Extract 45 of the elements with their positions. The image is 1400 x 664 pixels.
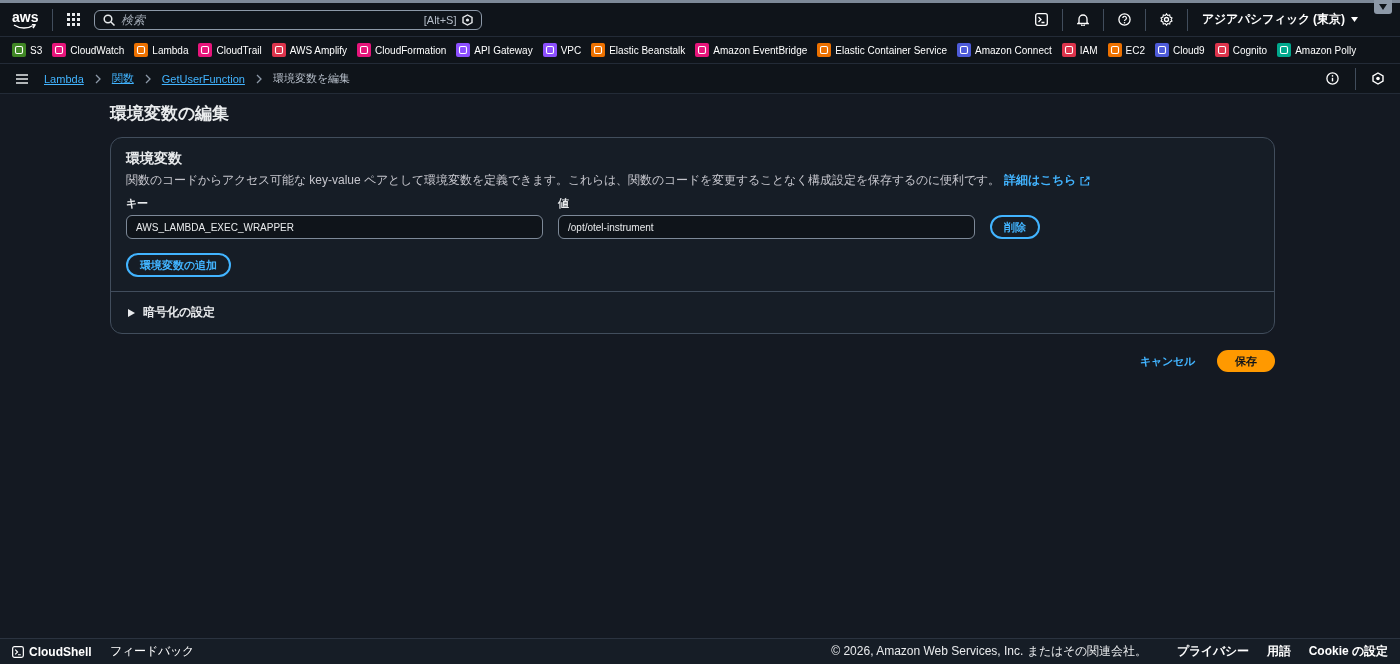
key-field[interactable]: AWS_LAMBDA_EXEC_WRAPPER <box>126 215 543 239</box>
favorite-link[interactable]: CloudTrail <box>198 43 262 57</box>
breadcrumb-link[interactable]: GetUserFunction <box>161 72 245 85</box>
learn-more-link[interactable]: 詳細はこちら <box>1004 172 1091 189</box>
search-field[interactable]: 検索 <box>121 12 418 27</box>
footer-link[interactable]: Cookie の設定 <box>1308 643 1388 660</box>
remove-button[interactable]: 削除 <box>990 215 1040 239</box>
panel-title: 環境変数 <box>126 150 183 168</box>
panel-description: 関数のコードからアクセス可能な key-value ペアとして環境変数を定義できます。これらは、関数のコードを変更することなく構成設定を保存するのに便利です。 <box>126 172 1001 189</box>
favorite-link[interactable]: Elastic Container Service <box>817 43 947 57</box>
favorite-link[interactable]: EC2 <box>1107 43 1145 57</box>
feedback-link[interactable]: フィードバック <box>109 643 194 660</box>
breadcrumb-link[interactable]: 関数 <box>111 71 134 86</box>
favorite-link[interactable]: CloudWatch <box>52 43 125 57</box>
favorite-link[interactable]: API Gateway <box>456 43 533 57</box>
encryption-expander[interactable]: 暗号化の設定 <box>111 292 1274 333</box>
favorite-link[interactable]: Lambda <box>134 43 189 57</box>
key-label: キー <box>126 196 149 211</box>
favorite-link[interactable]: CloudFormation <box>357 43 447 57</box>
favorite-link[interactable]: IAM <box>1061 43 1098 57</box>
breadcrumb-current: 環境変数を編集 <box>272 71 350 86</box>
add-variable-button[interactable]: 環境変数の追加 <box>126 253 231 277</box>
save-button[interactable]: 保存 <box>1217 350 1275 372</box>
favorite-link[interactable]: S3 <box>12 43 43 57</box>
page-title: 環境変数の編集 <box>110 103 230 125</box>
favorite-link[interactable]: AWS Amplify <box>271 43 348 57</box>
favorite-link[interactable]: Amazon Polly <box>1277 43 1357 57</box>
footer-link[interactable]: プライバシー <box>1176 643 1249 660</box>
favorite-link[interactable]: Amazon EventBridge <box>695 43 808 57</box>
favorite-link[interactable]: Cloud9 <box>1154 43 1205 57</box>
shortcut-hint: [Alt+S] <box>423 13 457 26</box>
cloudshell-link[interactable]: CloudShell <box>12 644 92 659</box>
value-label: 値 <box>558 196 570 211</box>
favorite-link[interactable]: Amazon Connect <box>957 43 1052 57</box>
region-selector[interactable]: アジアパシフィック (東京) <box>1201 11 1358 28</box>
favorite-link[interactable]: VPC <box>542 43 582 57</box>
copyright-text: © 2026, Amazon Web Services, Inc. またはその関連会社。 <box>831 643 1147 660</box>
breadcrumb-link[interactable]: Lambda <box>44 72 84 85</box>
cancel-button[interactable]: キャンセル <box>1140 353 1195 369</box>
favorite-link[interactable]: Elastic Beanstalk <box>591 43 686 57</box>
search-bar[interactable]: 検索 [Alt+S] <box>94 9 483 30</box>
footer-link[interactable]: 用語 <box>1266 643 1291 660</box>
home-logo[interactable]: aws <box>12 9 39 30</box>
value-field[interactable]: /opt/otel-instrument <box>558 215 975 239</box>
favorite-link[interactable]: Cognito <box>1214 43 1268 57</box>
